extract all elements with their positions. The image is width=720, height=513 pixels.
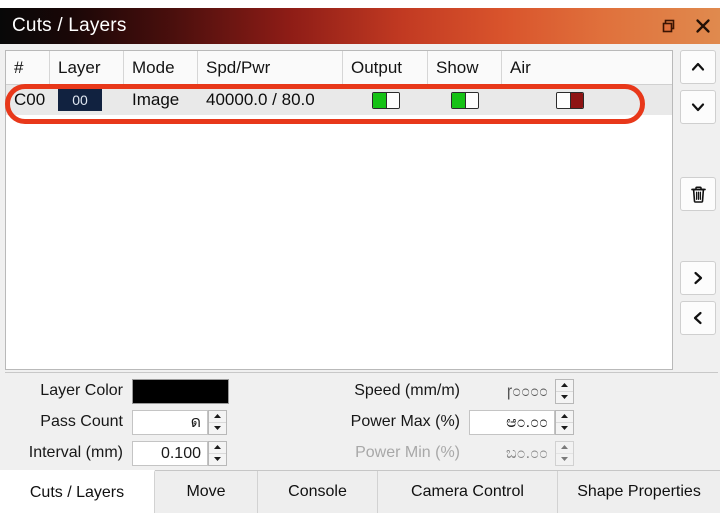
window-title: Cuts / Layers (12, 15, 127, 36)
stepper-up-icon[interactable] (209, 411, 226, 423)
close-icon (696, 19, 710, 33)
tab-camera-control[interactable]: Camera Control (378, 471, 558, 513)
table-header-row: # Layer Mode Spd/Pwr Output Show Air (6, 50, 672, 85)
interval-stepper[interactable] (208, 440, 227, 466)
column-header-air[interactable]: Air (502, 51, 672, 85)
pass-count-input[interactable]: ด (132, 409, 208, 435)
layer-settings: Layer Color Pass Count ด Interval (mm) 0… (5, 372, 718, 470)
speed-stepper[interactable] (555, 378, 574, 404)
column-header-spdpwr[interactable]: Spd/Pwr (198, 50, 343, 85)
power-min-row: Power Min (%) ಬ೦.೦೦ (234, 440, 714, 466)
cell-output[interactable] (343, 85, 428, 115)
show-toggle[interactable] (451, 92, 479, 110)
toggle-right-half (385, 93, 399, 109)
tab-cuts-layers[interactable]: Cuts / Layers (0, 470, 155, 513)
stepper-up-icon (556, 442, 573, 454)
tab-shape-properties[interactable]: Shape Properties (558, 471, 720, 513)
layer-color-swatch[interactable] (132, 378, 229, 404)
column-header-layer[interactable]: Layer (50, 50, 124, 85)
window-buttons (652, 8, 720, 44)
cell-layer-number: C00 (14, 90, 46, 109)
stepper-down-icon (556, 454, 573, 465)
chevron-up-icon (691, 62, 705, 71)
move-down-button[interactable] (680, 90, 716, 124)
power-min-stepper (555, 440, 574, 466)
move-up-button[interactable] (680, 50, 716, 84)
pass-count-stepper[interactable] (208, 409, 227, 435)
cell-air[interactable] (502, 85, 672, 115)
layer-color-chip[interactable]: 00 (58, 89, 102, 111)
layer-color-label: Layer Color (40, 382, 123, 399)
power-max-stepper[interactable] (555, 409, 574, 435)
power-max-input[interactable]: ಆ೦.೦೦ (469, 409, 555, 435)
power-min-label: Power Min (%) (355, 444, 460, 461)
cuts-layers-panel: Cuts / Layers # Layer Mode Spd/Pwr Outpu… (0, 0, 720, 513)
column-header-num[interactable]: # (6, 50, 50, 85)
delete-button[interactable] (680, 177, 716, 211)
toggle-left-half (372, 93, 386, 109)
stepper-up-icon[interactable] (209, 442, 226, 454)
layer-toolbar (678, 50, 718, 370)
bottom-tabbar: Cuts / Layers Move Console Camera Contro… (0, 470, 720, 513)
stepper-down-icon[interactable] (556, 423, 573, 434)
table-row[interactable]: C00 00 Image 40000.0 / 80.0 (6, 85, 672, 115)
speed-input[interactable]: ɼ೦೦೦೦ (469, 378, 555, 404)
toggle-left-half (452, 93, 465, 109)
cell-mode: Image (132, 90, 180, 109)
cell-speed-power: 40000.0 / 80.0 (206, 90, 315, 109)
power-max-label: Power Max (%) (350, 413, 460, 430)
move-left-button[interactable] (680, 301, 716, 335)
interval-label: Interval (mm) (28, 444, 123, 461)
undock-button[interactable] (652, 8, 686, 44)
stepper-up-icon[interactable] (556, 380, 573, 392)
toggle-left-half (557, 93, 570, 109)
output-toggle[interactable] (371, 92, 400, 110)
power-min-input: ಬ೦.೦೦ (469, 440, 555, 466)
stepper-up-icon[interactable] (556, 411, 573, 423)
trash-icon (690, 185, 706, 203)
chevron-down-icon (691, 103, 705, 112)
cell-layer-swatch[interactable]: 00 (50, 85, 124, 115)
chevron-left-icon (693, 311, 702, 325)
speed-row: Speed (mm/m) ɼ೦೦೦೦ (234, 378, 714, 404)
power-max-row: Power Max (%) ಆ೦.೦೦ (234, 409, 714, 435)
undock-icon (662, 19, 675, 33)
chevron-right-icon (694, 271, 703, 285)
air-toggle[interactable] (556, 92, 584, 110)
window-titlebar: Cuts / Layers (0, 8, 720, 44)
layers-table: # Layer Mode Spd/Pwr Output Show Air C00… (5, 50, 673, 370)
toggle-right-half (465, 93, 478, 109)
interval-input[interactable]: 0.100 (132, 440, 208, 466)
table-empty-body[interactable] (6, 115, 672, 368)
toggle-right-half (570, 93, 583, 109)
stepper-down-icon[interactable] (209, 423, 226, 434)
stepper-down-icon[interactable] (209, 454, 226, 465)
column-header-show[interactable]: Show (428, 50, 502, 85)
top-strip (0, 0, 720, 8)
speed-label: Speed (mm/m) (354, 382, 460, 399)
cell-show[interactable] (428, 85, 502, 115)
tab-move[interactable]: Move (155, 471, 258, 513)
close-button[interactable] (686, 8, 720, 44)
move-right-button[interactable] (680, 261, 716, 295)
stepper-down-icon[interactable] (556, 392, 573, 403)
tab-console[interactable]: Console (258, 471, 378, 513)
column-header-output[interactable]: Output (343, 50, 428, 85)
pass-count-label: Pass Count (40, 413, 123, 430)
column-header-mode[interactable]: Mode (124, 50, 198, 85)
